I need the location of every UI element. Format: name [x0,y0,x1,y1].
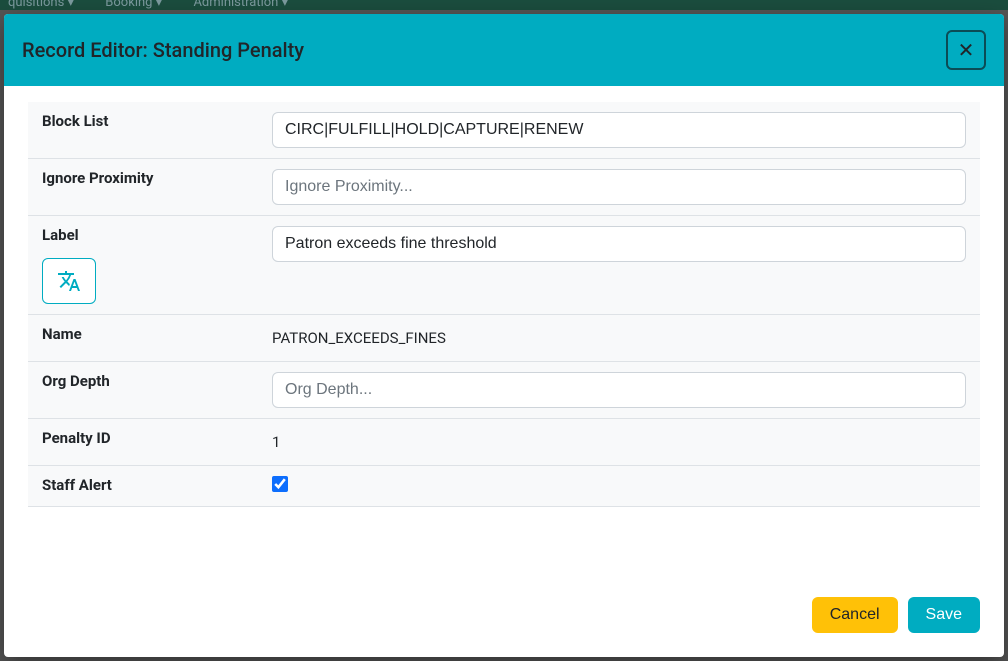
row-penalty-id: Penalty ID 1 [28,419,980,466]
close-button[interactable]: ✕ [946,30,986,70]
translate-button[interactable] [42,258,96,304]
nav-item: quisitions ▾ [8,0,74,10]
org-depth-input[interactable] [272,372,966,408]
close-icon: ✕ [958,38,975,62]
form-table: Block List Ignore Proximity Label [28,102,980,507]
staff-alert-checkbox[interactable] [272,476,288,492]
row-org-depth: Org Depth [28,362,980,419]
label-label: Label [42,226,244,244]
save-button[interactable]: Save [908,597,980,633]
label-block-list: Block List [28,102,258,159]
label-ignore-proximity: Ignore Proximity [28,159,258,216]
row-ignore-proximity: Ignore Proximity [28,159,980,216]
label-staff-alert: Staff Alert [28,466,258,507]
label-input[interactable] [272,226,966,262]
ignore-proximity-input[interactable] [272,169,966,205]
label-org-depth: Org Depth [28,362,258,419]
modal-header: Record Editor: Standing Penalty ✕ [4,14,1004,86]
row-block-list: Block List [28,102,980,159]
modal-footer: Cancel Save [4,577,1004,657]
label-penalty-id: Penalty ID [28,419,258,466]
modal-body: Block List Ignore Proximity Label [4,86,1004,577]
penalty-id-value: 1 [272,429,966,455]
row-name: Name PATRON_EXCEEDS_FINES [28,315,980,362]
background-nav: quisitions ▾ Booking ▾ Administration ▾ [0,0,1008,10]
block-list-input[interactable] [272,112,966,148]
translate-icon [57,269,81,293]
record-editor-modal: Record Editor: Standing Penalty ✕ Block … [4,14,1004,657]
label-name: Name [28,315,258,362]
name-value: PATRON_EXCEEDS_FINES [272,325,966,351]
nav-item: Administration ▾ [193,0,288,10]
nav-item: Booking ▾ [105,0,162,10]
row-label: Label [28,216,980,315]
cancel-button[interactable]: Cancel [812,597,898,633]
modal-backdrop: quisitions ▾ Booking ▾ Administration ▾ … [0,0,1008,661]
modal-title: Record Editor: Standing Penalty [22,38,304,62]
row-staff-alert: Staff Alert [28,466,980,507]
